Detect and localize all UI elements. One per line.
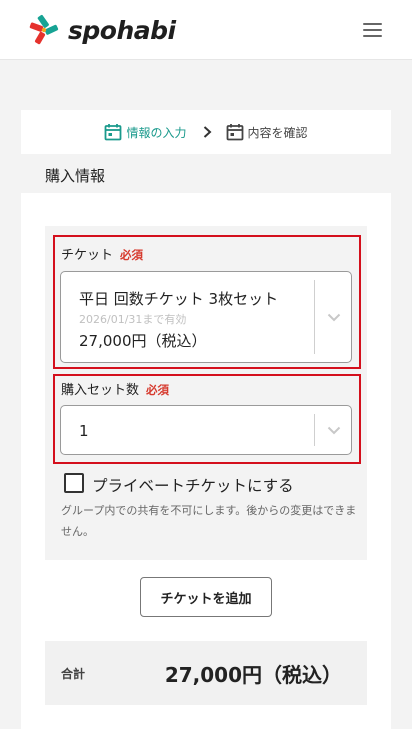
ticket-select[interactable]: 平日 回数チケット 3枚セット 2026/01/31まで有効 27,000円（税…	[60, 271, 352, 363]
total-panel: 合計 27,000円（税込）	[45, 641, 367, 705]
calendar-icon	[105, 124, 122, 141]
step-confirm-label: 内容を確認	[247, 125, 308, 140]
select-divider	[314, 414, 315, 446]
chevron-right-icon	[203, 126, 211, 138]
ticket-price: 27,000円（税込）	[79, 332, 207, 350]
ticket-valid-until: 2026/01/31まで有効	[79, 313, 187, 326]
quantity-label-text: 購入セット数	[61, 383, 140, 398]
chevron-down-icon	[327, 426, 341, 435]
hamburger-menu-icon[interactable]	[362, 21, 384, 39]
total-value: 27,000円（税込）	[164, 663, 342, 687]
step-indicator: 情報の入力 内容を確認	[21, 110, 391, 154]
add-ticket-button[interactable]: チケットを追加	[140, 577, 272, 617]
required-badge: 必須	[120, 248, 144, 262]
step-confirm: 内容を確認	[226, 123, 308, 141]
quantity-select[interactable]: 1	[60, 405, 352, 455]
private-ticket-checkbox[interactable]	[64, 473, 84, 493]
required-badge: 必須	[146, 383, 170, 397]
select-divider	[314, 280, 315, 354]
logo-mark-icon	[28, 14, 60, 46]
private-ticket-label[interactable]: プライベートチケットにする	[92, 474, 294, 496]
ticket-label-text: チケット	[61, 248, 114, 263]
private-ticket-note: グループ内での共有を不可にします。後からの変更はできません。	[61, 504, 357, 538]
chevron-down-icon	[327, 313, 341, 322]
ticket-field-label: チケット 必須	[61, 244, 143, 263]
spohabi-logo[interactable]: spohabi	[28, 14, 176, 46]
ticket-selected-name: 平日 回数チケット 3枚セット	[79, 290, 279, 308]
calendar-icon	[226, 124, 243, 141]
section-title: 購入情報	[45, 167, 106, 185]
step-input: 情報の入力	[104, 123, 187, 141]
step-input-label: 情報の入力	[126, 125, 187, 140]
quantity-value: 1	[79, 422, 89, 440]
total-label: 合計	[61, 667, 86, 681]
app-header: spohabi	[0, 0, 412, 60]
quantity-field-label: 購入セット数 必須	[61, 379, 169, 398]
logo-text: spohabi	[68, 15, 176, 45]
